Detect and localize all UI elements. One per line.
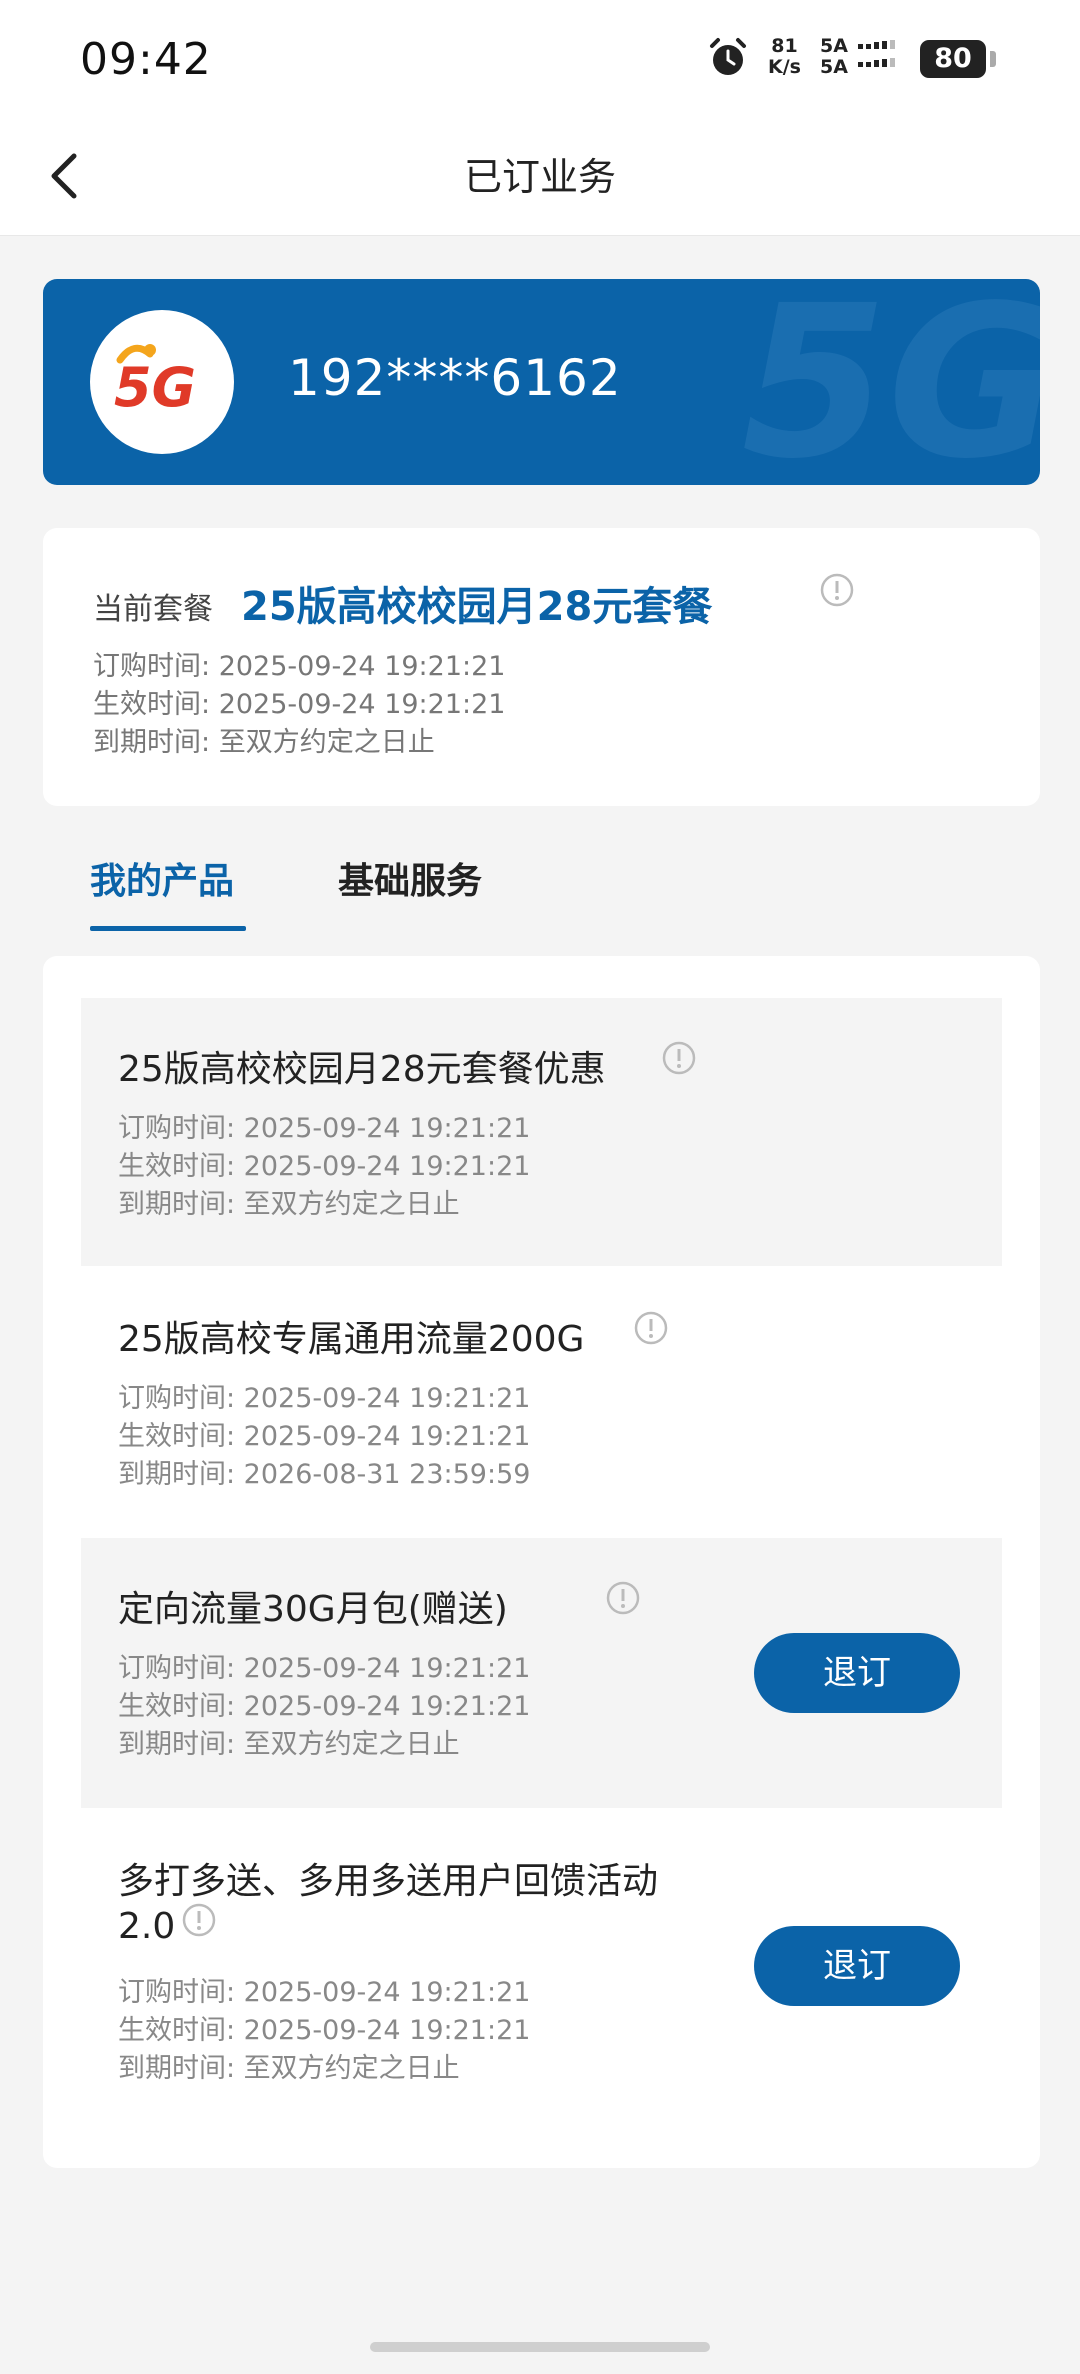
product-expire-time: 到期时间: 至双方约定之日止 xyxy=(118,1729,460,1760)
net-speed-value: 81 xyxy=(771,35,798,57)
product-effect-time: 生效时间: 2025-09-24 19:21:21 xyxy=(118,2015,531,2046)
tab-my-products[interactable]: 我的产品 xyxy=(90,852,234,904)
sim-labels: 5A 5A xyxy=(820,36,848,78)
phone-number: 192****6162 xyxy=(288,349,622,407)
nav-bar: 已订业务 xyxy=(0,118,1080,236)
product-effect-time: 生效时间: 2025-09-24 19:21:21 xyxy=(118,1691,531,1722)
product-effect-time: 生效时间: 2025-09-24 19:21:21 xyxy=(118,1421,531,1452)
plan-effect-label: 生效时间: xyxy=(93,689,211,720)
list-item: 定向流量30G月包(赠送) 订购时间: 2025-09-24 19:21:21 … xyxy=(81,1538,1002,1808)
product-order-time: 订购时间: 2025-09-24 19:21:21 xyxy=(118,1383,531,1414)
5g-logo-icon: 5G xyxy=(114,344,196,419)
background-5g-watermark: 5G xyxy=(741,279,1041,485)
list-item: 多打多送、多用多送用户回馈活动 2.0 订购时间: 2025-09-24 19:… xyxy=(81,1810,1002,2120)
info-icon[interactable] xyxy=(181,1902,217,1938)
status-time: 09:42 xyxy=(80,34,212,85)
battery-level: 80 xyxy=(920,40,986,78)
product-expire-time: 到期时间: 至双方约定之日止 xyxy=(118,1189,460,1220)
product-order-time: 订购时间: 2025-09-24 19:21:21 xyxy=(118,1113,531,1144)
plan-effect-value: 2025-09-24 19:21:21 xyxy=(218,689,506,720)
plan-expire-value: 至双方约定之日止 xyxy=(218,727,435,758)
current-plan-name: 25版高校校园月28元套餐 xyxy=(241,584,713,630)
net-speed: 81 K/s xyxy=(768,36,801,78)
product-name: 25版高校专属通用流量200G xyxy=(118,1319,585,1360)
5g-logo: 5G xyxy=(90,310,234,454)
tab-basic-services[interactable]: 基础服务 xyxy=(338,852,482,904)
product-name: 25版高校校园月28元套餐优惠 xyxy=(118,1049,606,1090)
home-indicator[interactable] xyxy=(370,2342,710,2352)
product-order-time: 订购时间: 2025-09-24 19:21:21 xyxy=(118,1653,531,1684)
net-speed-unit: K/s xyxy=(768,56,801,78)
battery-tip xyxy=(990,51,996,67)
sim1-label: 5A xyxy=(820,35,848,57)
list-item: 25版高校专属通用流量200G 订购时间: 2025-09-24 19:21:2… xyxy=(81,1268,1002,1536)
sim2-label: 5A xyxy=(820,56,848,78)
info-icon[interactable] xyxy=(633,1310,669,1346)
product-expire-time: 到期时间: 2026-08-31 23:59:59 xyxy=(118,1459,531,1490)
unsubscribe-button[interactable]: 退订 xyxy=(754,1633,960,1713)
plan-order-time: 订购时间: 2025-09-24 19:21:21 xyxy=(93,648,505,686)
info-icon[interactable] xyxy=(661,1040,697,1076)
svg-text:5G: 5G xyxy=(114,356,196,419)
signal-icon xyxy=(858,40,895,67)
current-plan-card: 当前套餐 25版高校校园月28元套餐 订购时间: 2025-09-24 19:2… xyxy=(43,528,1040,806)
plan-expire-label: 到期时间: xyxy=(93,727,211,758)
current-plan-label: 当前套餐 xyxy=(93,592,213,627)
list-item: 25版高校校园月28元套餐优惠 订购时间: 2025-09-24 19:21:2… xyxy=(81,998,1002,1266)
tab-active-indicator xyxy=(90,926,246,931)
product-name: 定向流量30G月包(赠送) xyxy=(118,1589,508,1630)
status-bar: 09:42 81 K/s 5A 5A 80 xyxy=(0,0,1080,118)
info-icon[interactable] xyxy=(605,1580,641,1616)
product-order-time: 订购时间: 2025-09-24 19:21:21 xyxy=(118,1977,531,2008)
unsubscribe-button[interactable]: 退订 xyxy=(754,1926,960,2006)
plan-expire-time: 到期时间: 至双方约定之日止 xyxy=(93,724,435,762)
plan-order-label: 订购时间: xyxy=(93,651,211,682)
product-effect-time: 生效时间: 2025-09-24 19:21:21 xyxy=(118,1151,531,1182)
account-card: 5G 5G 192****6162 xyxy=(43,279,1040,485)
page-title: 已订业务 xyxy=(463,155,616,199)
info-icon[interactable] xyxy=(819,572,855,608)
product-name-line2: 2.0 xyxy=(118,1906,176,1947)
product-name-line1: 多打多送、多用多送用户回馈活动 xyxy=(118,1861,659,1902)
plan-order-value: 2025-09-24 19:21:21 xyxy=(218,651,506,682)
alarm-icon xyxy=(710,38,746,75)
product-expire-time: 到期时间: 至双方约定之日止 xyxy=(118,2053,460,2084)
product-list: 25版高校校园月28元套餐优惠 订购时间: 2025-09-24 19:21:2… xyxy=(43,956,1040,2168)
plan-effect-time: 生效时间: 2025-09-24 19:21:21 xyxy=(93,686,505,724)
